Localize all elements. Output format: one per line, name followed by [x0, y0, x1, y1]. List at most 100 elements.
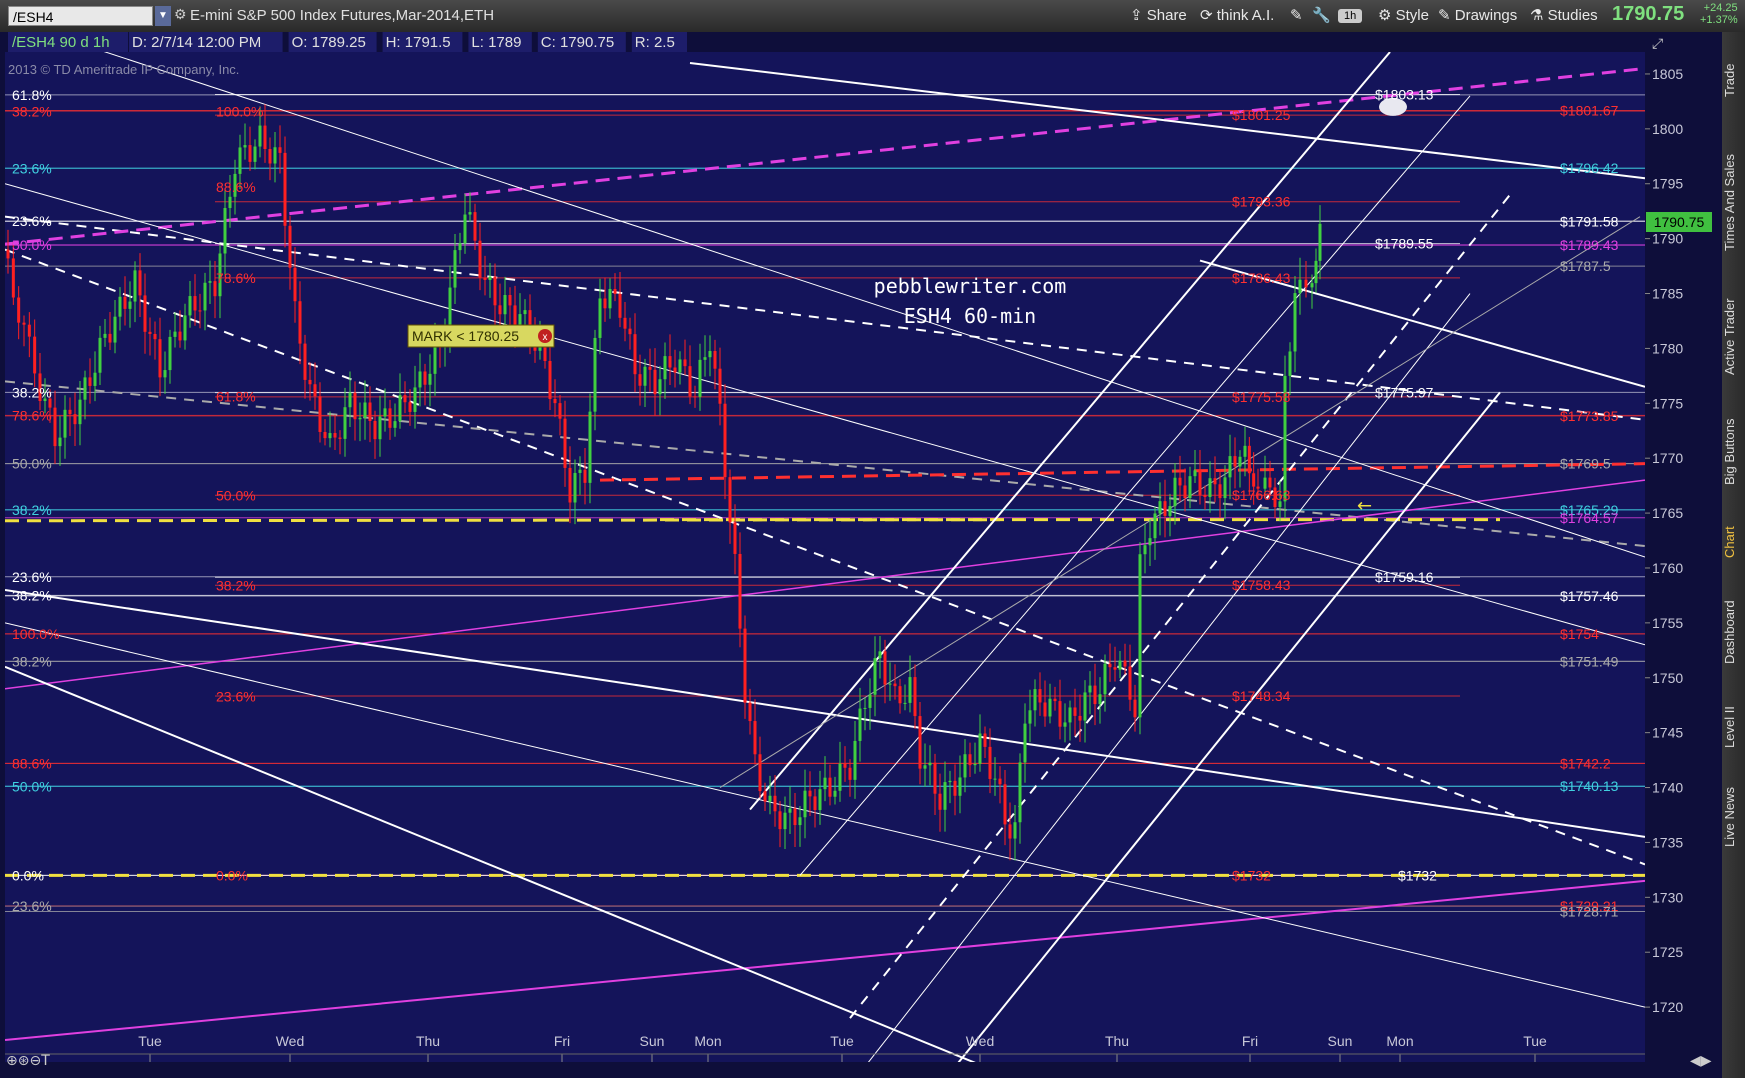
candle-body — [803, 790, 807, 818]
tab-times-and-sales[interactable]: Times And Sales — [1722, 132, 1745, 272]
candle-body — [6, 249, 10, 259]
zoom-icons[interactable]: ⊕⊛⊖T — [6, 1053, 50, 1069]
candle-body — [1268, 477, 1272, 488]
tab-big-buttons[interactable]: Big Buttons — [1722, 402, 1745, 502]
candle-body — [1218, 484, 1222, 499]
timeframe-button[interactable]: 1h — [1338, 9, 1363, 23]
candle-body — [478, 240, 482, 278]
candle-body — [1314, 260, 1318, 284]
share-label: Share — [1146, 7, 1187, 24]
candle-body — [568, 467, 572, 503]
candle-body — [668, 356, 672, 368]
symbol-input[interactable]: /ESH4 — [8, 6, 153, 26]
price-tag: 1790.75 — [1654, 214, 1705, 230]
y-tick-label: 1760 — [1652, 560, 1683, 576]
candle-body — [428, 373, 432, 385]
watermark-site: pebblewriter.com — [874, 274, 1067, 298]
watermark-chart: ESH4 60-min — [904, 304, 1036, 328]
candle-body — [1213, 478, 1217, 485]
candle-body — [133, 270, 137, 302]
fib-label-left: 23.6% — [12, 569, 52, 585]
wrench-icon[interactable]: 🔧 — [1312, 6, 1331, 26]
drawings-button[interactable]: ✎ Drawings — [1438, 6, 1517, 26]
y-tick-label: 1805 — [1652, 66, 1683, 82]
symbol-dropdown-icon[interactable]: ▼ — [155, 6, 171, 26]
candle-body — [928, 762, 932, 766]
candle-body — [1088, 685, 1092, 693]
expand-icon[interactable]: ⤢ — [1652, 36, 1663, 52]
fib-label-left: 50.0% — [12, 237, 52, 253]
candle-body — [483, 277, 487, 280]
level-label: $1789.55 — [1375, 236, 1434, 252]
candle-body — [193, 296, 197, 311]
candle-body — [918, 716, 922, 769]
info-field: C: 1790.75 — [541, 34, 614, 51]
candle-body — [773, 795, 777, 812]
level-label: $1787.5 — [1560, 258, 1611, 274]
gear-icon[interactable]: ⚙ — [174, 6, 187, 23]
style-button[interactable]: ⚙ Style — [1378, 6, 1429, 26]
candle-body — [298, 301, 302, 344]
candle-body — [168, 336, 172, 371]
candle-body — [513, 305, 517, 327]
candle-body — [783, 812, 787, 830]
candle-body — [113, 316, 117, 343]
candle-body — [268, 148, 272, 164]
y-tick-label: 1795 — [1652, 176, 1683, 192]
candle-body — [828, 777, 832, 797]
mark-label: MARK < 1780.25 — [412, 328, 519, 344]
candle-body — [868, 694, 872, 708]
y-tick-label: 1750 — [1652, 670, 1683, 686]
fib-label-mid: 100.0% — [216, 103, 263, 119]
candle-body — [273, 147, 277, 164]
candle-body — [643, 366, 647, 386]
candle-body — [1123, 660, 1127, 667]
candle-body — [1310, 283, 1314, 288]
tab-live-news[interactable]: Live News — [1722, 772, 1745, 862]
candle-body — [223, 208, 227, 254]
candle-body — [663, 356, 667, 380]
candle-body — [633, 334, 637, 375]
price-chart[interactable]: 1720 1725 1730 1735 1740 1745 1750 1755 1760 1765… — [0, 32, 1722, 1078]
studies-button[interactable]: ⚗ Studies — [1530, 6, 1598, 26]
pencil-icon[interactable]: ✎ — [1290, 6, 1303, 26]
candle-body — [588, 411, 592, 483]
candle-body — [398, 395, 402, 422]
scroll-arrows-icon[interactable]: ◀▶ — [1690, 1053, 1712, 1069]
candle-body — [248, 145, 252, 162]
drawings-label: Drawings — [1454, 7, 1518, 24]
tab-dashboard[interactable]: Dashboard — [1722, 582, 1745, 682]
x-tick-label: Mon — [694, 1033, 721, 1049]
candle-body — [1048, 698, 1052, 717]
candle-body — [1243, 445, 1247, 457]
candle-body — [1068, 707, 1072, 723]
think-ai-button[interactable]: ⟳ think A.I. — [1200, 6, 1274, 26]
tab-active-trader[interactable]: Active Trader — [1722, 282, 1745, 392]
fib-label-left: 38.2% — [12, 653, 52, 669]
candle-body — [758, 754, 762, 792]
candle-body — [998, 778, 1002, 785]
candle-body — [188, 296, 192, 316]
tab-level-ii[interactable]: Level II — [1722, 692, 1745, 762]
level-label: $1789.43 — [1560, 237, 1619, 253]
y-tick-label: 1765 — [1652, 505, 1683, 521]
candle-body — [1252, 473, 1256, 487]
candle-body — [1023, 723, 1027, 763]
level-label: $1801.25 — [1232, 107, 1291, 123]
candle-body — [58, 437, 62, 447]
candle-body — [898, 686, 902, 704]
candle-body — [1153, 513, 1157, 539]
candle-body — [93, 372, 97, 386]
candle-body — [618, 293, 622, 318]
share-icon: ⇪ — [1130, 7, 1147, 24]
candle-body — [488, 276, 492, 280]
candle-body — [838, 763, 842, 791]
candle-body — [738, 553, 742, 629]
candle-body — [78, 399, 82, 425]
candle-body — [1203, 494, 1207, 498]
tab-trade[interactable]: Trade — [1722, 40, 1745, 120]
share-button[interactable]: ⇪ Share — [1130, 6, 1187, 26]
candle-body — [698, 359, 702, 397]
tab-chart[interactable]: Chart — [1722, 512, 1745, 572]
candle-body — [608, 288, 612, 309]
